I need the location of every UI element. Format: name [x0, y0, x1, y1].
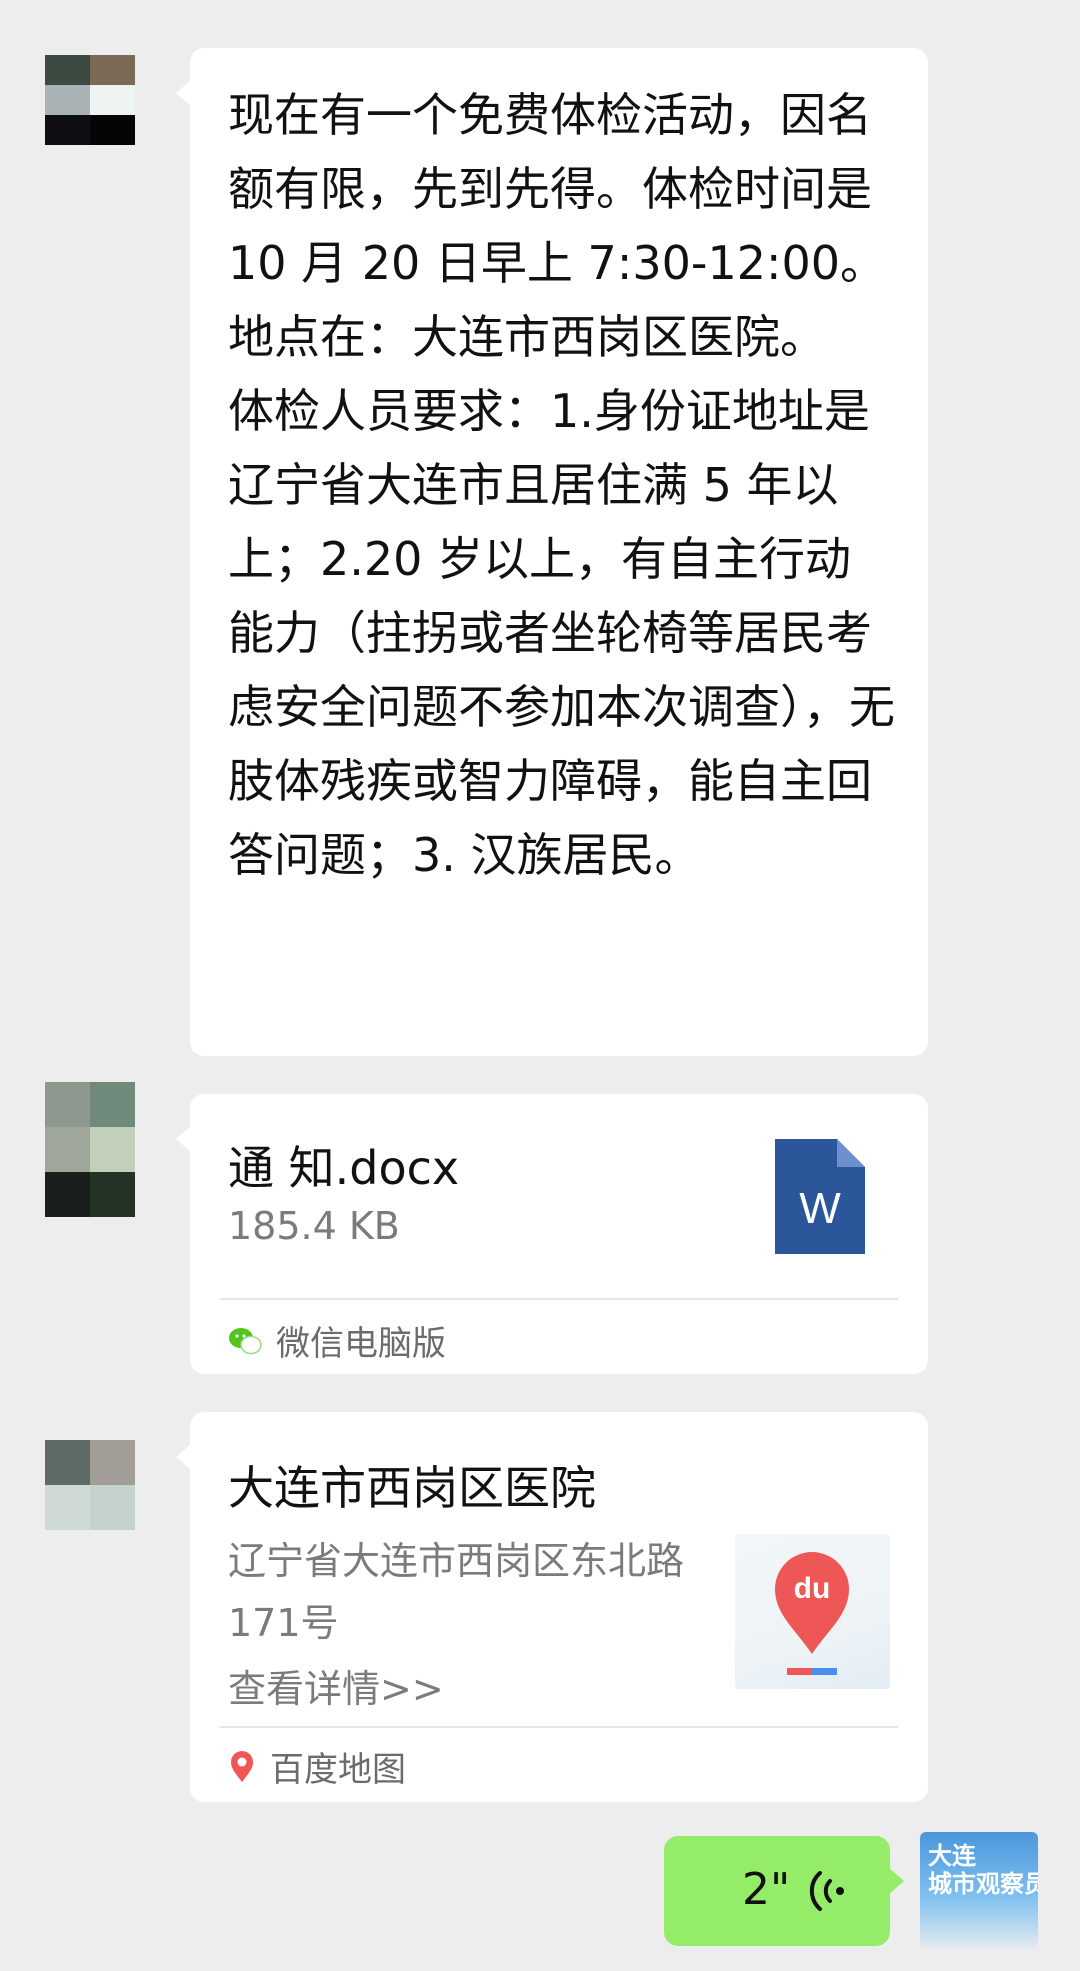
- text-message-bubble[interactable]: 现在有一个免费体检活动，因名额有限，先到先得。体检时间是 10 月 20 日早上…: [176, 48, 928, 1056]
- word-doc-icon: W: [775, 1139, 865, 1254]
- contact-avatar[interactable]: [45, 1440, 135, 1530]
- file-name: 通 知.docx: [228, 1141, 460, 1195]
- self-avatar[interactable]: 大连 城市观察员: [920, 1832, 1038, 1950]
- location-message-bubble[interactable]: 大连市西岗区医院 辽宁省大连市西岗区东北路171号 查看详情>> du 百度地图: [176, 1412, 928, 1802]
- self-avatar-text: 大连 城市观察员: [928, 1842, 1038, 1898]
- location-title: 大连市西岗区医院: [228, 1461, 596, 1515]
- location-source: 百度地图: [228, 1742, 406, 1791]
- wechat-icon: [229, 1327, 262, 1354]
- voice-message-bubble[interactable]: 2": [664, 1836, 904, 1946]
- message-text: 现在有一个免费体检活动，因名额有限，先到先得。体检时间是 10 月 20 日早上…: [228, 88, 895, 882]
- voice-duration: 2": [742, 1864, 791, 1915]
- baidu-logo-text: du: [794, 1572, 831, 1605]
- file-message-bubble[interactable]: 通 知.docx 185.4 KB W 微信电脑版: [176, 1094, 928, 1374]
- divider: [220, 1726, 898, 1728]
- word-icon-letter: W: [799, 1184, 841, 1233]
- location-address: 辽宁省大连市西岗区东北路171号: [228, 1539, 685, 1645]
- map-thumbnail: du: [735, 1534, 890, 1689]
- baidu-map-icon: [231, 1750, 253, 1782]
- file-source-label: 微信电脑版: [276, 1324, 446, 1364]
- contact-avatar[interactable]: [45, 1082, 135, 1217]
- baidu-map-pin-icon: du: [775, 1552, 849, 1675]
- file-size: 185.4 KB: [228, 1204, 400, 1248]
- divider: [220, 1298, 898, 1300]
- voice-wave-icon: [809, 1871, 844, 1911]
- file-source: 微信电脑版: [228, 1316, 446, 1365]
- contact-avatar[interactable]: [45, 55, 135, 145]
- location-source-label: 百度地图: [270, 1750, 406, 1790]
- view-details-link[interactable]: 查看详情>>: [228, 1658, 444, 1713]
